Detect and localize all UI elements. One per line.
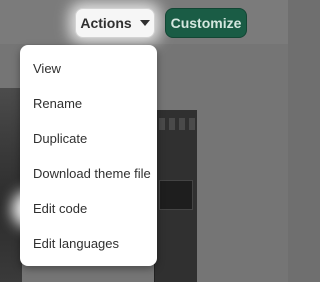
actions-button[interactable]: Actions <box>75 8 155 38</box>
menu-item-edit-languages[interactable]: Edit languages <box>20 226 157 261</box>
actions-button-label: Actions <box>80 15 132 31</box>
menu-item-label: Duplicate <box>33 131 88 146</box>
menu-item-label: View <box>33 61 61 76</box>
menu-item-label: Rename <box>33 96 83 111</box>
menu-item-view[interactable]: View <box>20 51 157 86</box>
menu-item-duplicate[interactable]: Duplicate <box>20 121 157 156</box>
actions-dropdown-menu: View Rename Duplicate Download theme fil… <box>20 45 157 266</box>
menu-item-download-theme-file[interactable]: Download theme file <box>20 156 157 191</box>
menu-item-label: Edit languages <box>33 236 120 251</box>
preview-screen <box>159 180 193 210</box>
theme-preview-thumbnail <box>154 110 197 282</box>
menu-item-rename[interactable]: Rename <box>20 86 157 121</box>
menu-item-edit-code[interactable]: Edit code <box>20 191 157 226</box>
menu-item-label: Download theme file <box>33 166 151 181</box>
menu-item-label: Edit code <box>33 201 88 216</box>
preview-toolbar-icons <box>159 118 195 130</box>
chevron-down-icon <box>139 20 150 26</box>
customize-button[interactable]: Customize <box>165 8 247 38</box>
customize-button-label: Customize <box>170 15 242 31</box>
